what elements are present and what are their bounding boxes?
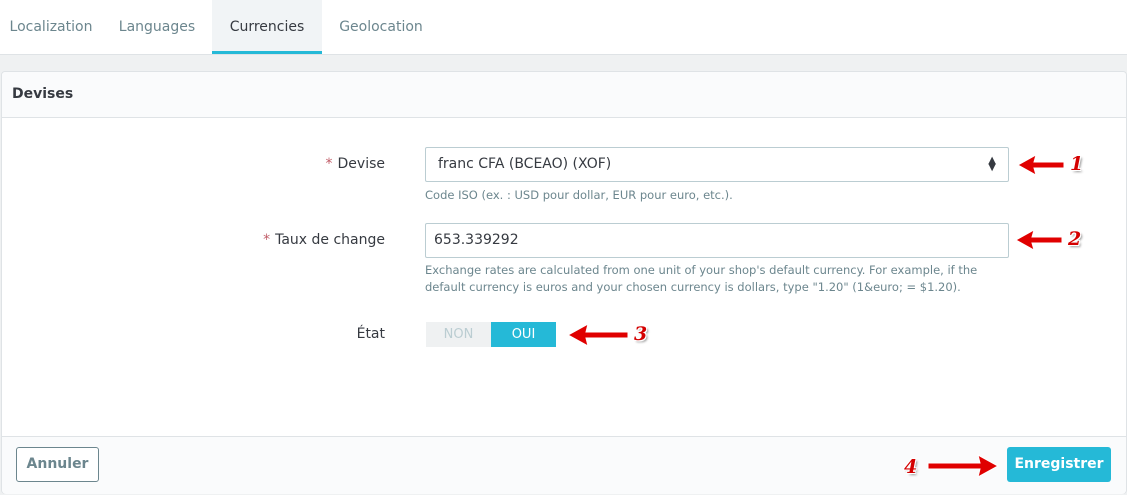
currency-help: Code ISO (ex. : USD pour dollar, EUR pou… [425, 188, 733, 202]
tab-localization[interactable]: Localization [0, 0, 102, 54]
annotation-arrow-icon [1014, 228, 1063, 252]
currency-select-value: franc CFA (BCEAO) (XOF) [438, 156, 612, 172]
panel-heading: Devises [2, 72, 1126, 118]
annotation-arrow-icon [927, 454, 1000, 478]
tab-currencies[interactable]: Currencies [212, 0, 322, 54]
tab-geolocation[interactable]: Geolocation [322, 0, 440, 54]
tab-languages[interactable]: Languages [102, 0, 212, 54]
exchange-rate-value: 653.339292 [434, 232, 519, 248]
required-mark: * [263, 232, 271, 248]
currency-panel: Devises * Devise franc CFA (BCEAO) (XOF) … [1, 71, 1127, 494]
required-mark: * [325, 156, 333, 172]
save-button[interactable]: Enregistrer [1007, 447, 1111, 482]
currency-label: * Devise [85, 156, 385, 172]
state-label: État [356, 326, 385, 342]
annotation-number: 2 [1068, 228, 1082, 250]
annotation-arrow-icon [566, 323, 629, 347]
select-caret-icon: ▲ ▼ [988, 155, 996, 173]
state-switch[interactable]: NON OUI [426, 322, 556, 347]
panel-title: Devises [12, 86, 74, 102]
rate-label: * Taux de change [85, 232, 385, 248]
annotation-arrow-icon [1016, 153, 1065, 177]
tab-bar: Localization Languages Currencies Geoloc… [0, 0, 1127, 55]
currency-label-text: Devise [337, 156, 385, 172]
state-on-option[interactable]: OUI [491, 322, 556, 347]
cancel-button[interactable]: Annuler [16, 447, 99, 482]
annotation-number: 4 [904, 456, 918, 478]
state-off-option[interactable]: NON [426, 322, 491, 347]
rate-label-text: Taux de change [275, 232, 385, 248]
exchange-rate-input[interactable]: 653.339292 [425, 223, 1009, 258]
currency-select[interactable]: franc CFA (BCEAO) (XOF) ▲ ▼ [425, 147, 1009, 182]
annotation-number: 3 [634, 323, 648, 345]
rate-help: Exchange rates are calculated from one u… [425, 263, 978, 294]
annotation-number: 1 [1070, 153, 1084, 175]
